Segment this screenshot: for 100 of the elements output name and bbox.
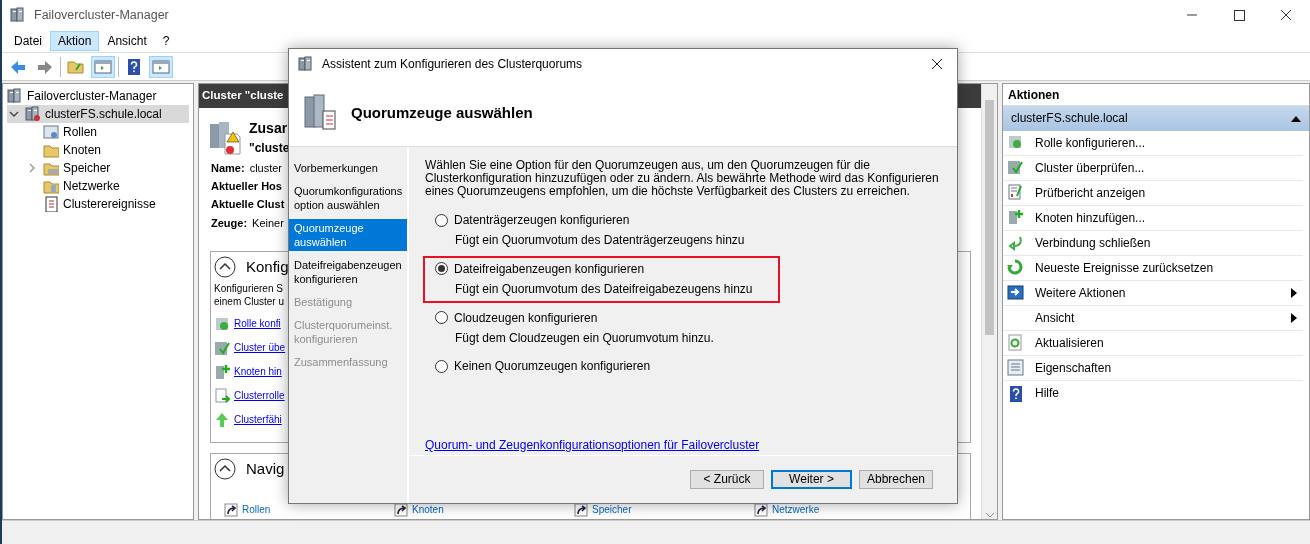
wizard-button[interactable]: Weiter >: [771, 470, 852, 489]
server-icon: [298, 56, 314, 72]
radio-button[interactable]: [435, 213, 448, 227]
wizard-heading: Quorumzeuge auswählen: [351, 103, 533, 122]
link[interactable]: Cluster übe: [234, 342, 286, 354]
tree-item[interactable]: Clusterereignisse: [63, 196, 156, 212]
arrow-right-icon: [1007, 284, 1025, 302]
wizard-step[interactable]: Quorumzeuge auswählen: [289, 219, 407, 251]
action-item[interactable]: Hilfe: [1035, 386, 1297, 401]
option-description: Fügt ein Quorumvotum des Dateifreigabezeugens hinzu: [454, 282, 754, 297]
submenu-arrow-icon[interactable]: [1291, 313, 1297, 323]
cluster-wizard-icon: [303, 92, 337, 133]
wizard-step[interactable]: Vorbemerkungen: [289, 159, 407, 177]
radio-button[interactable]: [435, 311, 448, 325]
link[interactable]: Netzwerke: [772, 504, 820, 516]
section-title: Navig: [246, 460, 285, 478]
tree-item[interactable]: Rollen: [63, 124, 98, 140]
event-log-icon: [43, 196, 59, 212]
server-icon: [10, 7, 26, 23]
description-text: Konfigurieren S: [214, 282, 283, 295]
action-item[interactable]: Ansicht: [1035, 310, 1281, 326]
wizard-button[interactable]: Abbrechen: [859, 470, 933, 489]
collapse-circle-icon[interactable]: [214, 256, 236, 278]
action-item[interactable]: Cluster überprüfen...: [1035, 160, 1297, 176]
action-item[interactable]: Aktualisieren: [1035, 335, 1297, 351]
add-node-icon: [1007, 209, 1025, 227]
property-label: Aktueller Hos: [211, 180, 282, 195]
link[interactable]: Knoten hin: [234, 366, 282, 378]
scroll-down-icon[interactable]: [984, 511, 995, 519]
pane-title: Cluster "cluste: [202, 89, 284, 101]
option-label[interactable]: Cloudzeugen konfigurieren: [454, 310, 598, 325]
summary-title: Zusar: [249, 119, 288, 137]
property-label: Name:: [211, 161, 245, 176]
action-item[interactable]: Verbindung schließen: [1035, 235, 1297, 251]
refresh-icon: [1007, 259, 1025, 277]
action-item[interactable]: Rolle konfigurieren...: [1035, 135, 1297, 151]
action-item[interactable]: Eigenschaften: [1035, 360, 1297, 376]
link[interactable]: Rollen: [242, 504, 271, 516]
return-arrow-icon: [1007, 234, 1025, 252]
validate-icon: [1007, 159, 1025, 177]
action-item[interactable]: Neueste Ereignisse zurücksetzen: [1035, 260, 1297, 276]
roles-icon: [43, 124, 59, 140]
option-label[interactable]: Datenträgerzeugen konfigurieren: [454, 213, 630, 228]
help-link[interactable]: Quorum- und Zeugenkonfigurationsoptionen für Failovercluster: [425, 437, 760, 453]
folder-icon: [43, 178, 59, 194]
link[interactable]: Speicher: [592, 504, 632, 516]
wizard-button[interactable]: < Zurück: [690, 470, 764, 489]
property-label: Aktuelle Clust: [211, 198, 285, 213]
link[interactable]: Clusterfähi: [234, 414, 282, 426]
move-role-icon: [214, 388, 230, 404]
group-header[interactable]: clusterFS.schule.local: [1003, 106, 1309, 131]
menu-item[interactable]: Datei: [6, 30, 50, 52]
folder-icon: [43, 160, 59, 176]
expand-chevron-icon[interactable]: [27, 163, 37, 173]
property-label: Zeuge:: [211, 216, 248, 231]
cluster-warning-icon: [209, 119, 241, 156]
summary-subtitle: "cluste: [249, 140, 290, 155]
folder-icon: [43, 142, 59, 158]
wizard-step[interactable]: Dateifreigabenzeugen konfigurieren: [289, 256, 407, 288]
report-icon: [1007, 184, 1025, 202]
action-item[interactable]: Knoten hinzufügen...: [1035, 210, 1297, 226]
collapse-circle-icon[interactable]: [214, 458, 236, 480]
help-icon: [1007, 384, 1025, 403]
cluster-icon: [25, 106, 41, 122]
radio-button[interactable]: [435, 262, 448, 276]
link[interactable]: Knoten: [412, 504, 444, 516]
menu-item[interactable]: Aktion: [50, 30, 100, 52]
property-value: cluster: [249, 161, 283, 176]
tree-item[interactable]: Netzwerke: [63, 178, 120, 194]
action-item[interactable]: Prüfbericht anzeigen: [1035, 185, 1297, 201]
scrollbar[interactable]: [981, 84, 997, 519]
collapse-chevron-icon[interactable]: [9, 109, 19, 119]
tree-item[interactable]: Failovercluster-Manager: [27, 88, 157, 104]
collapse-triangle-icon[interactable]: [1291, 115, 1301, 122]
tree-item[interactable]: Speicher: [63, 160, 111, 176]
menu-item[interactable]: ?: [154, 30, 178, 52]
wizard-step: Zusammenfassung: [289, 353, 407, 371]
radio-button[interactable]: [435, 360, 448, 374]
group-title: clusterFS.schule.local: [1011, 111, 1128, 126]
action-item[interactable]: Weitere Aktionen: [1035, 285, 1281, 301]
menu-item[interactable]: Ansicht: [99, 30, 155, 52]
window-title: Failovercluster-Manager: [34, 7, 169, 23]
tree-item[interactable]: Knoten: [63, 142, 102, 158]
description-text: einem Cluster u: [214, 295, 285, 308]
refresh-page-icon: [1007, 334, 1025, 352]
option-label[interactable]: Keinen Quorumzeugen konfigurieren: [454, 359, 651, 374]
option-label[interactable]: Dateifreigabenzeugen konfigurieren: [454, 261, 645, 277]
option-description: Fügt ein Quorumvotum des Datenträgerzeugens hinzu: [454, 233, 746, 248]
wizard-step: Bestätigung: [289, 293, 407, 311]
configure-role-icon: [214, 316, 230, 332]
property-value: Keiner: [252, 216, 284, 231]
submenu-arrow-icon[interactable]: [1291, 288, 1297, 298]
option-description: Fügt dem Cloudzeugen ein Quorumvotum hinzu.: [454, 330, 715, 346]
link[interactable]: Clusterrolle: [234, 390, 285, 402]
instruction-text: Wählen Sie eine Option für den Quorumzeugen aus, um den Quorumzeugen für die Clusterkonfiguration hinzuzufügen oder zu ändern. Als bewährte Methode wird das Konfigurieren eines Quorumzeugens empfohlen, um die höchste Verfügbarkeit des Clusters zu erreichen.: [425, 159, 940, 198]
help-icon[interactable]: [125, 57, 143, 76]
wizard-step[interactable]: Quorumkonfigurations option auswählen: [289, 182, 407, 214]
link[interactable]: Rolle konfi: [234, 318, 281, 330]
add-node-icon: [214, 364, 230, 380]
section-title: Konfig: [246, 258, 289, 276]
